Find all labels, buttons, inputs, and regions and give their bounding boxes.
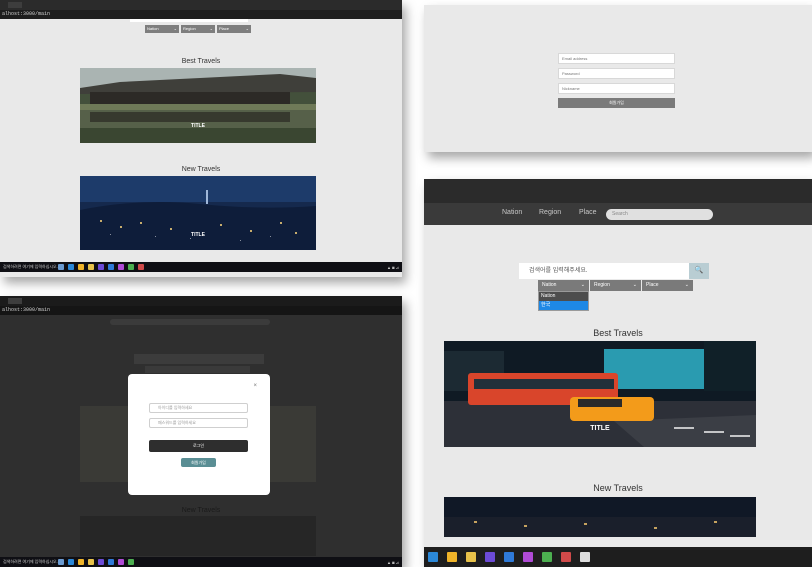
dimmed-nav xyxy=(110,319,270,325)
app-icon[interactable] xyxy=(128,559,134,565)
nav-search-input[interactable]: Search xyxy=(606,209,713,220)
app-icon[interactable] xyxy=(561,552,571,562)
address-bar[interactable]: alhost:3000/main xyxy=(0,306,402,315)
chevron-down-icon: ⌄ xyxy=(632,282,637,288)
password-input[interactable]: 패스워드를 입력하세요 xyxy=(149,418,248,428)
folder-icon[interactable] xyxy=(88,559,94,565)
new-travel-photo-title: TITLE xyxy=(191,232,205,238)
system-tray[interactable]: ▲ ◙ ⊿ xyxy=(387,560,402,565)
browser-tab[interactable] xyxy=(8,298,22,304)
folder-icon[interactable] xyxy=(88,264,94,270)
chevron-down-icon: ⌄ xyxy=(173,26,177,31)
app-icon[interactable] xyxy=(138,264,144,270)
vs-icon[interactable] xyxy=(98,264,104,270)
best-travels-title: Best Travels xyxy=(181,58,221,65)
palace-reflection-image xyxy=(80,68,316,143)
nickname-field[interactable]: Nickname xyxy=(558,83,675,94)
best-travel-photo-title: TITLE xyxy=(590,425,610,432)
chevron-down-icon: ⌄ xyxy=(580,282,585,288)
new-travel-photo[interactable]: TITLE xyxy=(80,176,316,250)
taskbar-search[interactable]: 검색하려면 여기에 입력하십시오. xyxy=(0,559,58,565)
browser-tab-bar xyxy=(0,296,402,306)
windows-taskbar: 검색하려면 여기에 입력하십시오. ▲ ◙ ⊿ xyxy=(0,557,402,567)
nav-place[interactable]: Place xyxy=(579,209,597,216)
navbar: Nation Region Place Search xyxy=(424,203,812,225)
id-input[interactable]: 아이디를 입력하세요 xyxy=(149,403,248,413)
join-button[interactable]: 회원가입 xyxy=(181,458,216,467)
address-bar[interactable]: alhost:3000/main xyxy=(0,10,402,19)
chrome-icon[interactable] xyxy=(447,552,457,562)
chevron-down-icon: ⌄ xyxy=(684,282,689,288)
nav-region[interactable]: Region xyxy=(539,209,561,216)
edge-icon[interactable] xyxy=(68,559,74,565)
dropdown-option-korea[interactable]: 한국 xyxy=(539,301,588,310)
dimmed-selects xyxy=(145,366,250,373)
browser-tab[interactable] xyxy=(8,2,22,8)
password-field[interactable]: Password xyxy=(558,68,675,79)
signup-button[interactable]: 회원가입 xyxy=(558,98,675,108)
dropdown-option-nation[interactable]: Nation xyxy=(539,292,588,301)
new-travel-photo[interactable] xyxy=(444,497,756,537)
chevron-down-icon: ⌄ xyxy=(245,26,249,31)
new-travels-title: New Travels xyxy=(181,166,221,173)
region-select[interactable]: Region ⌄ xyxy=(181,25,215,33)
folder-icon[interactable] xyxy=(466,552,476,562)
app-icon[interactable] xyxy=(542,552,552,562)
region-select[interactable]: Region ⌄ xyxy=(590,280,641,291)
panel-login-modal: alhost:3000/main New Travels × 아이디를 입력하세… xyxy=(0,296,402,567)
app-icon[interactable] xyxy=(118,264,124,270)
vscode-icon[interactable] xyxy=(108,559,114,565)
best-travels-title: Best Travels xyxy=(593,328,643,338)
filter-selects: Nation ⌄ Region ⌄ Place ⌄ xyxy=(145,25,251,33)
windows-taskbar xyxy=(424,547,812,567)
chrome-icon[interactable] xyxy=(78,559,84,565)
login-modal: × 아이디를 입력하세요 패스워드를 입력하세요 로그인 회원가입 xyxy=(128,374,270,495)
windows-taskbar: 검색하려면 여기에 입력하십시오. ▲ ◙ ⊿ xyxy=(0,262,402,272)
panel-main-page-small: alhost:3000/main Nation ⌄ Region ⌄ Place ⌄ … xyxy=(0,0,402,277)
search-button[interactable]: 🔍 xyxy=(689,263,709,279)
nation-select[interactable]: Nation ⌄ xyxy=(145,25,179,33)
main-search-input[interactable]: 검색어를 입력해주세요. xyxy=(519,263,689,279)
edge-icon[interactable] xyxy=(428,552,438,562)
panel-signup-form: Email address Password Nickname 회원가입 xyxy=(424,5,812,152)
login-button[interactable]: 로그인 xyxy=(149,440,248,452)
app-icon[interactable] xyxy=(128,264,134,270)
best-travel-photo[interactable]: TITLE xyxy=(444,341,756,447)
app-icon[interactable] xyxy=(118,559,124,565)
vs-icon[interactable] xyxy=(98,559,104,565)
dimmed-search xyxy=(134,354,264,364)
taskbar-search[interactable]: 검색하려면 여기에 입력하십시오. xyxy=(0,264,58,270)
search-icon: 🔍 xyxy=(694,267,704,274)
nation-select[interactable]: Nation ⌄ xyxy=(538,280,589,291)
place-select[interactable]: Place ⌄ xyxy=(642,280,693,291)
email-field[interactable]: Email address xyxy=(558,53,675,64)
chevron-down-icon: ⌄ xyxy=(209,26,213,31)
system-tray[interactable]: ▲ ◙ ⊿ xyxy=(387,265,402,270)
close-icon[interactable]: × xyxy=(253,383,257,389)
taskview-icon[interactable] xyxy=(58,264,64,270)
app-icon[interactable] xyxy=(523,552,533,562)
app-icon[interactable] xyxy=(580,552,590,562)
panel-main-page-large: Nation Region Place Search 검색어를 입력해주세요. … xyxy=(424,179,812,567)
dimmed-new-travels-title: New Travels xyxy=(181,507,221,514)
vscode-icon[interactable] xyxy=(108,264,114,270)
vscode-icon[interactable] xyxy=(504,552,514,562)
place-select[interactable]: Place ⌄ xyxy=(217,25,251,33)
chrome-icon[interactable] xyxy=(78,264,84,270)
browser-top-strip xyxy=(424,179,812,203)
new-travels-title: New Travels xyxy=(593,483,643,493)
city-night-image xyxy=(80,176,316,250)
vs-icon[interactable] xyxy=(485,552,495,562)
best-travel-photo[interactable]: TITLE xyxy=(80,68,316,143)
city-night-image xyxy=(444,497,756,537)
best-travel-photo-title: TITLE xyxy=(191,123,205,129)
taskview-icon[interactable] xyxy=(58,559,64,565)
dimmed-new-photo xyxy=(80,516,316,556)
browser-tab-bar xyxy=(0,0,402,10)
edge-icon[interactable] xyxy=(68,264,74,270)
nation-dropdown-list: Nation 한국 xyxy=(538,291,589,311)
search-input[interactable] xyxy=(130,19,248,22)
nav-nation[interactable]: Nation xyxy=(502,209,522,216)
